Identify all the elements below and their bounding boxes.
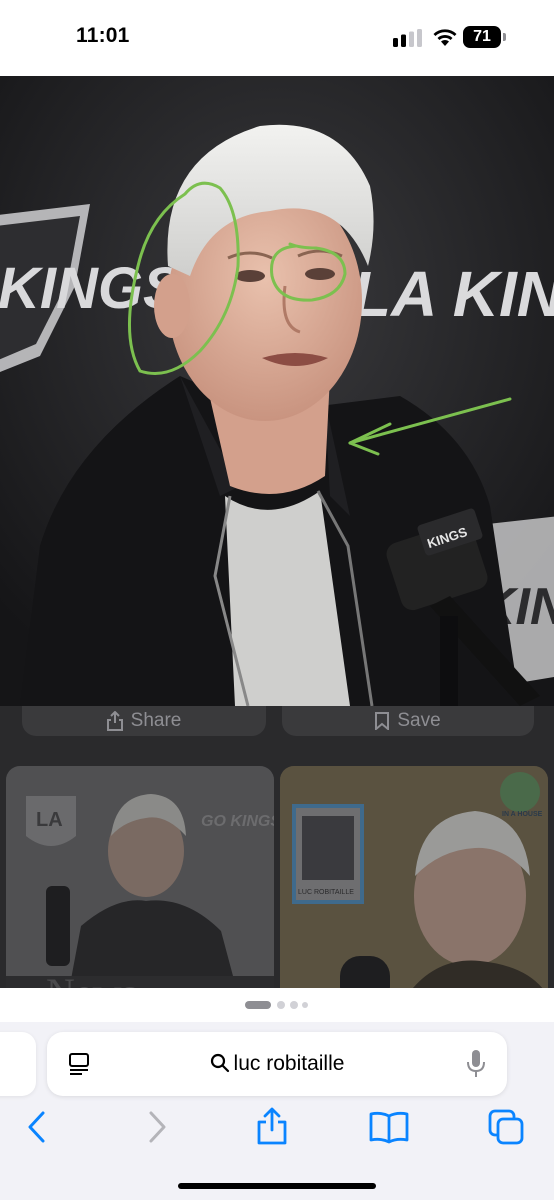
- thumbnail-2-badge-text: IN A HOUSE: [502, 811, 543, 818]
- previous-tab-preview[interactable]: [0, 1032, 36, 1096]
- press-conference-image: KINGS LA KINGS KINGS KINGS: [0, 76, 554, 706]
- share-small-icon: [106, 711, 123, 731]
- back-icon[interactable]: [24, 1110, 50, 1144]
- thumbnail-2-image: LUC ROBITAILLE IN A HOUSE: [280, 766, 548, 988]
- battery-level: 71: [473, 28, 491, 45]
- thumbnail-1-bottom-text: News: [46, 970, 137, 988]
- battery-indicator: 71: [463, 26, 507, 48]
- search-icon: [210, 1053, 229, 1073]
- page-indicator[interactable]: [0, 988, 554, 1022]
- status-bar: 11:01 71: [0, 0, 554, 76]
- search-result-photo[interactable]: KINGS LA KINGS KINGS KINGS: [0, 76, 554, 706]
- result-thumbnail-2[interactable]: LUC ROBITAILLE IN A HOUSE: [280, 766, 548, 988]
- page-dot: [277, 1001, 285, 1009]
- bookmarks-icon[interactable]: [368, 1110, 410, 1144]
- thumbnail-1-image: LA GO KINGS GO News: [6, 766, 274, 988]
- result-thumbnail-1[interactable]: LA GO KINGS GO News: [6, 766, 274, 988]
- address-field[interactable]: luc robitaille: [47, 1052, 507, 1076]
- thumbnail-1-logo-text: LA: [36, 809, 63, 831]
- wifi-icon: [433, 29, 457, 46]
- status-time: 11:01: [76, 24, 130, 47]
- home-indicator[interactable]: [178, 1183, 376, 1189]
- save-result-button[interactable]: Save: [282, 706, 534, 736]
- bookmark-small-icon: [375, 712, 390, 730]
- address-query: luc robitaille: [233, 1052, 345, 1075]
- thumbnail-2-card-text: LUC ROBITAILLE: [298, 889, 354, 896]
- save-label: Save: [397, 710, 441, 731]
- share-result-button[interactable]: Share: [22, 706, 266, 736]
- share-label: Share: [130, 710, 182, 731]
- thumbnail-1-side-text: GO KINGS GO: [201, 813, 274, 830]
- page-dot-active: [245, 1001, 271, 1009]
- address-bar[interactable]: luc robitaille: [47, 1032, 507, 1096]
- search-results-background: Share Save LA GO KINGS GO News LUC ROBIT…: [0, 706, 554, 988]
- tabs-icon[interactable]: [487, 1108, 525, 1146]
- share-icon[interactable]: [255, 1106, 289, 1146]
- page-dot: [302, 1002, 308, 1008]
- forward-icon[interactable]: [144, 1110, 170, 1144]
- backdrop-logo-right-text: LA KINGS: [352, 258, 554, 330]
- cellular-signal-icon: [393, 29, 422, 47]
- page-dot: [290, 1001, 298, 1009]
- microphone-icon[interactable]: [465, 1049, 487, 1079]
